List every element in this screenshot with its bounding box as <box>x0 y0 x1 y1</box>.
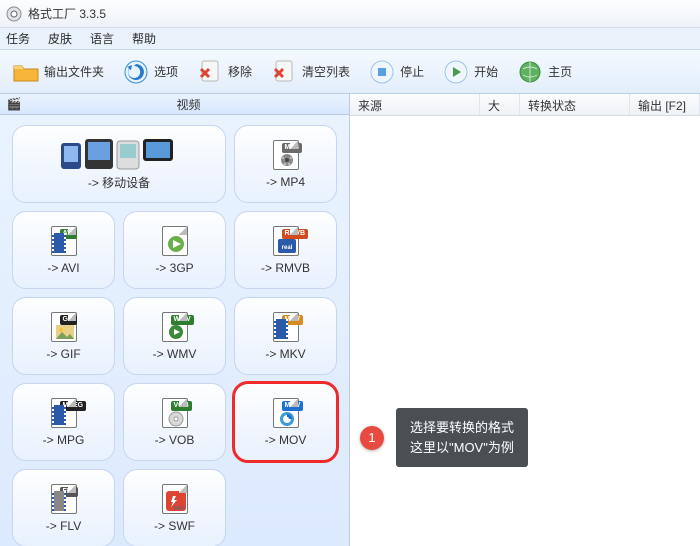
wmv-icon: WMV <box>155 311 195 343</box>
clear-icon <box>270 58 298 86</box>
clear-label: 清空列表 <box>302 63 350 80</box>
start-label: 开始 <box>474 63 498 80</box>
flv-icon: FLV <box>44 483 84 515</box>
app-icon <box>6 6 22 22</box>
right-panel: 来源 大小 转换状态 输出 [F2] 1 选择要转换的格式 这里以"MOV"为例 <box>350 94 700 546</box>
badge-rmvb: RMVB <box>282 229 309 239</box>
tile-vob-label: -> VOB <box>155 433 195 447</box>
avi-icon: AVI <box>44 225 84 257</box>
rmvb-icon: RMVB real <box>266 225 306 257</box>
col-size[interactable]: 大小 <box>480 94 520 115</box>
tile-gif[interactable]: GIF -> GIF <box>12 297 115 375</box>
mp4-icon: MP4 <box>266 139 306 171</box>
tile-mp4[interactable]: MP4 -> MP4 <box>234 125 337 203</box>
play-icon <box>442 58 470 86</box>
stop-label: 停止 <box>400 63 424 80</box>
tile-avi[interactable]: AVI -> AVI <box>12 211 115 289</box>
menu-lang[interactable]: 语言 <box>90 30 114 47</box>
tile-mpg[interactable]: MPEG -> MPG <box>12 383 115 461</box>
remove-label: 移除 <box>228 63 252 80</box>
titlebar: 格式工厂 3.3.5 <box>0 0 700 28</box>
stop-button[interactable]: 停止 <box>362 56 430 88</box>
menu-task[interactable]: 任务 <box>6 30 30 47</box>
left-header-label: 视频 <box>28 96 349 113</box>
home-button[interactable]: 主页 <box>510 56 578 88</box>
tile-mobile-label: -> 移动设备 <box>88 174 150 191</box>
tile-3gp[interactable]: -> 3GP <box>123 211 226 289</box>
remove-button[interactable]: 移除 <box>190 56 258 88</box>
mov-icon: MOV <box>266 397 306 429</box>
format-grid: -> 移动设备 MP4 -> MP4 AVI -> AVI -> 3GP <box>0 115 349 546</box>
stop-icon <box>368 58 396 86</box>
svg-text:real: real <box>281 245 292 251</box>
callout-line2: 这里以"MOV"为例 <box>410 438 514 458</box>
window-title: 格式工厂 3.3.5 <box>28 5 106 22</box>
tile-swf[interactable]: SWF -> SWF <box>123 469 226 546</box>
callout-line1: 选择要转换的格式 <box>410 418 514 438</box>
tile-3gp-label: -> 3GP <box>155 261 193 275</box>
left-header: 🎬 视频 <box>0 94 349 115</box>
column-header: 来源 大小 转换状态 输出 [F2] <box>350 94 700 116</box>
remove-icon <box>196 58 224 86</box>
tile-mkv-label: -> MKV <box>265 347 305 361</box>
menu-help[interactable]: 帮助 <box>132 30 156 47</box>
badge-mp4: MP4 <box>282 143 302 153</box>
options-label: 选项 <box>154 63 178 80</box>
tile-mov[interactable]: MOV -> MOV <box>234 383 337 461</box>
mobile-icon <box>59 138 179 170</box>
output-folder-label: 输出文件夹 <box>44 63 104 80</box>
tile-wmv[interactable]: WMV -> WMV <box>123 297 226 375</box>
vob-icon: VOB <box>155 397 195 429</box>
tile-vob[interactable]: VOB -> VOB <box>123 383 226 461</box>
gif-icon: GIF <box>44 311 84 343</box>
tile-swf-label: -> SWF <box>154 519 195 533</box>
output-folder-button[interactable]: 输出文件夹 <box>6 56 110 88</box>
start-button[interactable]: 开始 <box>436 56 504 88</box>
toolbar: 输出文件夹 选项 移除 清空列表 停止 开始 主页 <box>0 50 700 94</box>
col-source[interactable]: 来源 <box>350 94 480 115</box>
annotation-callout: 1 选择要转换的格式 这里以"MOV"为例 <box>360 408 528 467</box>
tile-mp4-label: -> MP4 <box>266 175 305 189</box>
menubar: 任务 皮肤 语言 帮助 <box>0 28 700 50</box>
tile-flv[interactable]: FLV -> FLV <box>12 469 115 546</box>
left-panel: 🎬 视频 -> 移动设备 MP4 -> MP4 AVI -> AVI <box>0 94 350 546</box>
tile-gif-label: -> GIF <box>46 347 80 361</box>
tile-mkv[interactable]: MKV -> MKV <box>234 297 337 375</box>
tile-mobile[interactable]: -> 移动设备 <box>12 125 226 203</box>
globe-icon <box>516 58 544 86</box>
callout-text: 选择要转换的格式 这里以"MOV"为例 <box>396 408 528 467</box>
badge-gif: GIF <box>60 315 78 325</box>
tile-rmvb[interactable]: RMVB real -> RMVB <box>234 211 337 289</box>
callout-number: 1 <box>360 426 384 450</box>
home-label: 主页 <box>548 63 572 80</box>
clapper-icon: 🎬 <box>0 97 28 111</box>
mpg-icon: MPEG <box>44 397 84 429</box>
col-output[interactable]: 输出 [F2] <box>630 94 700 115</box>
options-button[interactable]: 选项 <box>116 56 184 88</box>
menu-skin[interactable]: 皮肤 <box>48 30 72 47</box>
tile-wmv-label: -> WMV <box>153 347 197 361</box>
badge-mov: MOV <box>282 401 304 411</box>
main: 🎬 视频 -> 移动设备 MP4 -> MP4 AVI -> AVI <box>0 94 700 546</box>
clear-button[interactable]: 清空列表 <box>264 56 356 88</box>
swf-icon: SWF <box>155 483 195 515</box>
tile-avi-label: -> AVI <box>47 261 79 275</box>
tile-rmvb-label: -> RMVB <box>261 261 310 275</box>
refresh-icon <box>122 58 150 86</box>
badge-wmv: WMV <box>171 315 194 325</box>
mkv-icon: MKV <box>266 311 306 343</box>
badge-vob: VOB <box>171 401 192 411</box>
folder-icon <box>12 58 40 86</box>
tile-flv-label: -> FLV <box>46 519 81 533</box>
file-list: 1 选择要转换的格式 这里以"MOV"为例 <box>350 116 700 546</box>
tile-mpg-label: -> MPG <box>43 433 85 447</box>
tile-mov-label: -> MOV <box>265 433 307 447</box>
3gp-icon <box>155 225 195 257</box>
col-status[interactable]: 转换状态 <box>520 94 630 115</box>
